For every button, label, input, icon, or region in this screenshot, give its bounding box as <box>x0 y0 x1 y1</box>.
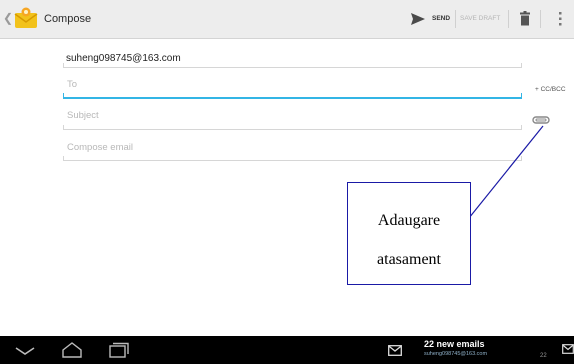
divider <box>455 10 456 28</box>
attachment-icon[interactable] <box>532 115 550 125</box>
save-draft-button[interactable]: SAVE DRAFT <box>460 15 500 22</box>
send-icon[interactable] <box>410 12 426 26</box>
page-title: Compose <box>44 13 92 25</box>
field-edge <box>521 125 522 129</box>
to-field[interactable]: To <box>67 79 77 90</box>
notification-account: suheng098745@163.com <box>424 351 488 357</box>
overflow-menu-icon[interactable] <box>558 12 562 26</box>
notification-title[interactable]: 22 new emails <box>424 339 485 349</box>
trash-icon[interactable] <box>520 11 530 26</box>
compose-body-field[interactable]: Compose email <box>67 142 133 153</box>
from-underline <box>63 67 522 68</box>
system-navigation-bar: 22 new emails suheng098745@163.com 22 <box>0 336 574 364</box>
callout-text-line2: atasament <box>377 251 441 268</box>
back-chevron-icon[interactable]: ❮ <box>3 11 13 25</box>
field-edge <box>63 125 64 129</box>
callout-text-line1: Adaugare <box>377 212 441 229</box>
subject-field[interactable]: Subject <box>67 110 99 121</box>
field-edge <box>63 156 64 160</box>
divider <box>508 10 509 28</box>
field-edge <box>63 63 64 67</box>
to-underline <box>63 97 522 99</box>
nav-home-icon[interactable] <box>60 341 84 359</box>
callout-box: Adaugare atasament <box>347 182 471 285</box>
field-edge <box>521 63 522 67</box>
body-underline <box>63 160 522 161</box>
notification-count: 22 <box>540 353 547 359</box>
field-edge <box>521 93 522 97</box>
divider <box>540 10 541 28</box>
mail-status-icon[interactable] <box>562 344 574 354</box>
subject-underline <box>63 129 522 130</box>
send-button[interactable]: SEND <box>432 15 450 22</box>
mail-notification-icon[interactable] <box>388 345 402 356</box>
cc-bcc-button[interactable]: + CC/BCC <box>535 86 566 93</box>
action-bar: ❮ Compose SEND SAVE DRAFT <box>0 0 574 39</box>
email-app-icon[interactable] <box>13 6 39 32</box>
field-edge <box>63 93 64 97</box>
nav-back-icon[interactable] <box>14 346 36 356</box>
nav-recents-icon[interactable] <box>108 342 130 358</box>
field-edge <box>521 156 522 160</box>
from-account-field[interactable]: suheng098745@163.com <box>66 53 181 64</box>
